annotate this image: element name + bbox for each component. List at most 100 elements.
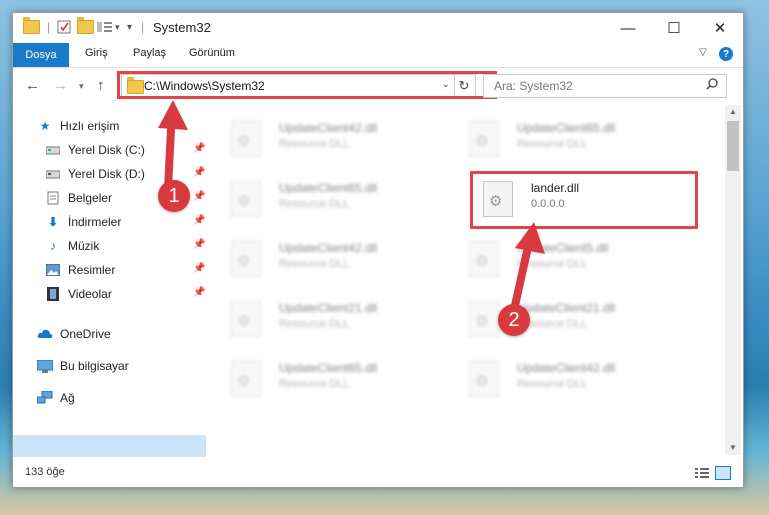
address-highlight-box [117,71,497,99]
list-item[interactable]: UpdateClient65.dll Resource DLL [213,175,433,221]
sidebar-item-label: Yerel Disk (D:) [68,167,145,181]
recent-locations-button[interactable]: ▾ [79,81,84,92]
sidebar-item-label: Bu bilgisayar [60,359,129,373]
file-name: UpdateClient42.dll [279,241,378,255]
sidebar-item-disk-c[interactable]: Yerel Disk (C:) [45,139,145,161]
tab-home[interactable]: Giriş [85,47,108,59]
sidebar-item-documents[interactable]: Belgeler [45,187,112,209]
title-bar: | ▾ ▾ | System32 — ☐ ✕ [13,13,743,43]
download-icon: ⬇ [47,215,59,229]
scroll-down-icon[interactable]: ▼ [729,443,737,452]
scroll-thumb[interactable] [727,121,739,171]
dll-file-icon [469,301,499,337]
tiles-view-icon[interactable] [715,466,731,480]
separator: | [141,20,145,34]
file-type: Resource DLL [279,378,350,390]
list-item[interactable]: UpdateClient21.dll Resource DLL [451,295,671,341]
sidebar-item-this-pc[interactable]: Bu bilgisayar [37,355,129,377]
minimize-button[interactable]: — [605,13,651,43]
forward-button[interactable]: → [53,77,68,94]
close-button[interactable]: ✕ [697,13,743,43]
separator: | [47,20,51,34]
list-item[interactable]: UpdateClient21.dll Resource DLL [213,295,433,341]
list-item[interactable]: UpdateClient5.dll Resource DLL [451,235,671,281]
file-type: Resource DLL [279,318,350,330]
expand-ribbon-icon[interactable]: ▽ [699,47,707,58]
navigation-pane: ★ Hızlı erişim Yerel Disk (C:) 📌 Yerel D… [13,105,209,457]
navigation-bar: ← → ▾ ↑ C:\Windows\System32 ⌄ ↻ Ara: Sys… [13,69,743,103]
file-type: Resource DLL [279,198,350,210]
search-placeholder: Ara: System32 [494,79,573,93]
sidebar-item-onedrive[interactable]: OneDrive [37,323,111,345]
maximize-button[interactable]: ☐ [651,13,697,43]
vertical-scrollbar[interactable]: ▲ ▼ [725,105,741,455]
file-name: UpdateClient65.dll [279,181,378,195]
file-type: Resource DLL [517,258,588,270]
help-icon[interactable]: ? [719,47,733,61]
customize-toolbar-icon[interactable]: ▾ [127,19,132,35]
tab-file[interactable]: Dosya [13,43,69,67]
search-icon [706,78,718,93]
sidebar-item-quick-access[interactable]: ★ Hızlı erişim [37,115,120,137]
sidebar-item-pictures[interactable]: Resimler [45,259,115,281]
sidebar-item-label: Hızlı erişim [60,119,120,133]
selected-item-background [13,435,206,457]
file-name: UpdateClient21.dll [279,301,378,315]
tab-share[interactable]: Paylaş [133,47,166,59]
sidebar-item-videos[interactable]: Videolar [45,283,112,305]
drive-icon [45,167,61,181]
pin-icon[interactable]: 📌 [193,287,205,298]
sidebar-item-label: Resimler [68,263,116,277]
view-icon[interactable] [97,19,113,35]
list-item[interactable]: UpdateClient65.dll Resource DLL [451,115,671,161]
step-2-badge: 2 [498,304,530,336]
sidebar-item-label: Ağ [60,391,75,405]
star-icon: ★ [39,119,51,133]
search-input[interactable]: Ara: System32 [483,74,727,98]
file-name: UpdateClient42.dll [279,121,378,135]
list-item[interactable]: UpdateClient42.dll Resource DLL [213,115,433,161]
file-type: Resource DLL [279,258,350,270]
sidebar-item-music[interactable]: ♪ Müzik [45,235,99,257]
pin-icon[interactable]: 📌 [193,263,205,274]
lander-highlight-box [470,171,698,229]
file-type: Resource DLL [517,378,588,390]
ribbon: Dosya Giriş Paylaş Görünüm ▽ ? [13,43,743,68]
dll-file-icon [231,361,261,397]
cloud-icon [37,327,53,341]
list-item[interactable]: UpdateClient42.dll Resource DLL [451,355,671,401]
window-title: System32 [153,20,211,35]
sidebar-item-label: Belgeler [68,191,113,205]
dll-file-icon [469,361,499,397]
drive-icon [45,143,61,157]
details-view-icon[interactable] [695,467,709,482]
scroll-up-icon[interactable]: ▲ [729,107,737,116]
pin-icon[interactable]: 📌 [193,167,205,178]
pin-icon[interactable]: 📌 [193,191,205,202]
back-button[interactable]: ← [25,77,40,94]
pin-icon[interactable]: 📌 [193,239,205,250]
file-name: UpdateClient42.dll [517,361,616,375]
list-item[interactable]: UpdateClient42.dll Resource DLL [213,235,433,281]
sidebar-item-disk-d[interactable]: Yerel Disk (D:) [45,163,145,185]
sidebar-item-downloads[interactable]: ⬇ İndirmeler [45,211,121,233]
list-item[interactable]: UpdateClient65.dll Resource DLL [213,355,433,401]
explorer-window: | ▾ ▾ | System32 — ☐ ✕ Dosya Giriş Payla… [12,12,744,488]
pin-icon[interactable]: 📌 [193,215,205,226]
file-list: UpdateClient42.dll Resource DLL UpdateCl… [213,105,723,453]
properties-icon[interactable] [57,19,71,35]
item-count: 133 öğe [25,466,65,478]
sidebar-item-network[interactable]: Ağ [37,387,75,409]
pictures-icon [45,263,61,277]
tab-view[interactable]: Görünüm [189,47,235,59]
pin-icon[interactable]: 📌 [193,143,205,154]
file-name: UpdateClient5.dll [517,241,609,255]
computer-icon [37,359,53,373]
dll-file-icon [231,181,261,217]
folder-icon [23,17,40,35]
up-button[interactable]: ↑ [97,77,105,94]
new-folder-icon[interactable] [77,17,94,35]
sidebar-item-label: İndirmeler [68,215,122,229]
video-icon [45,287,61,301]
chevron-down-icon[interactable]: ▾ [115,19,120,35]
